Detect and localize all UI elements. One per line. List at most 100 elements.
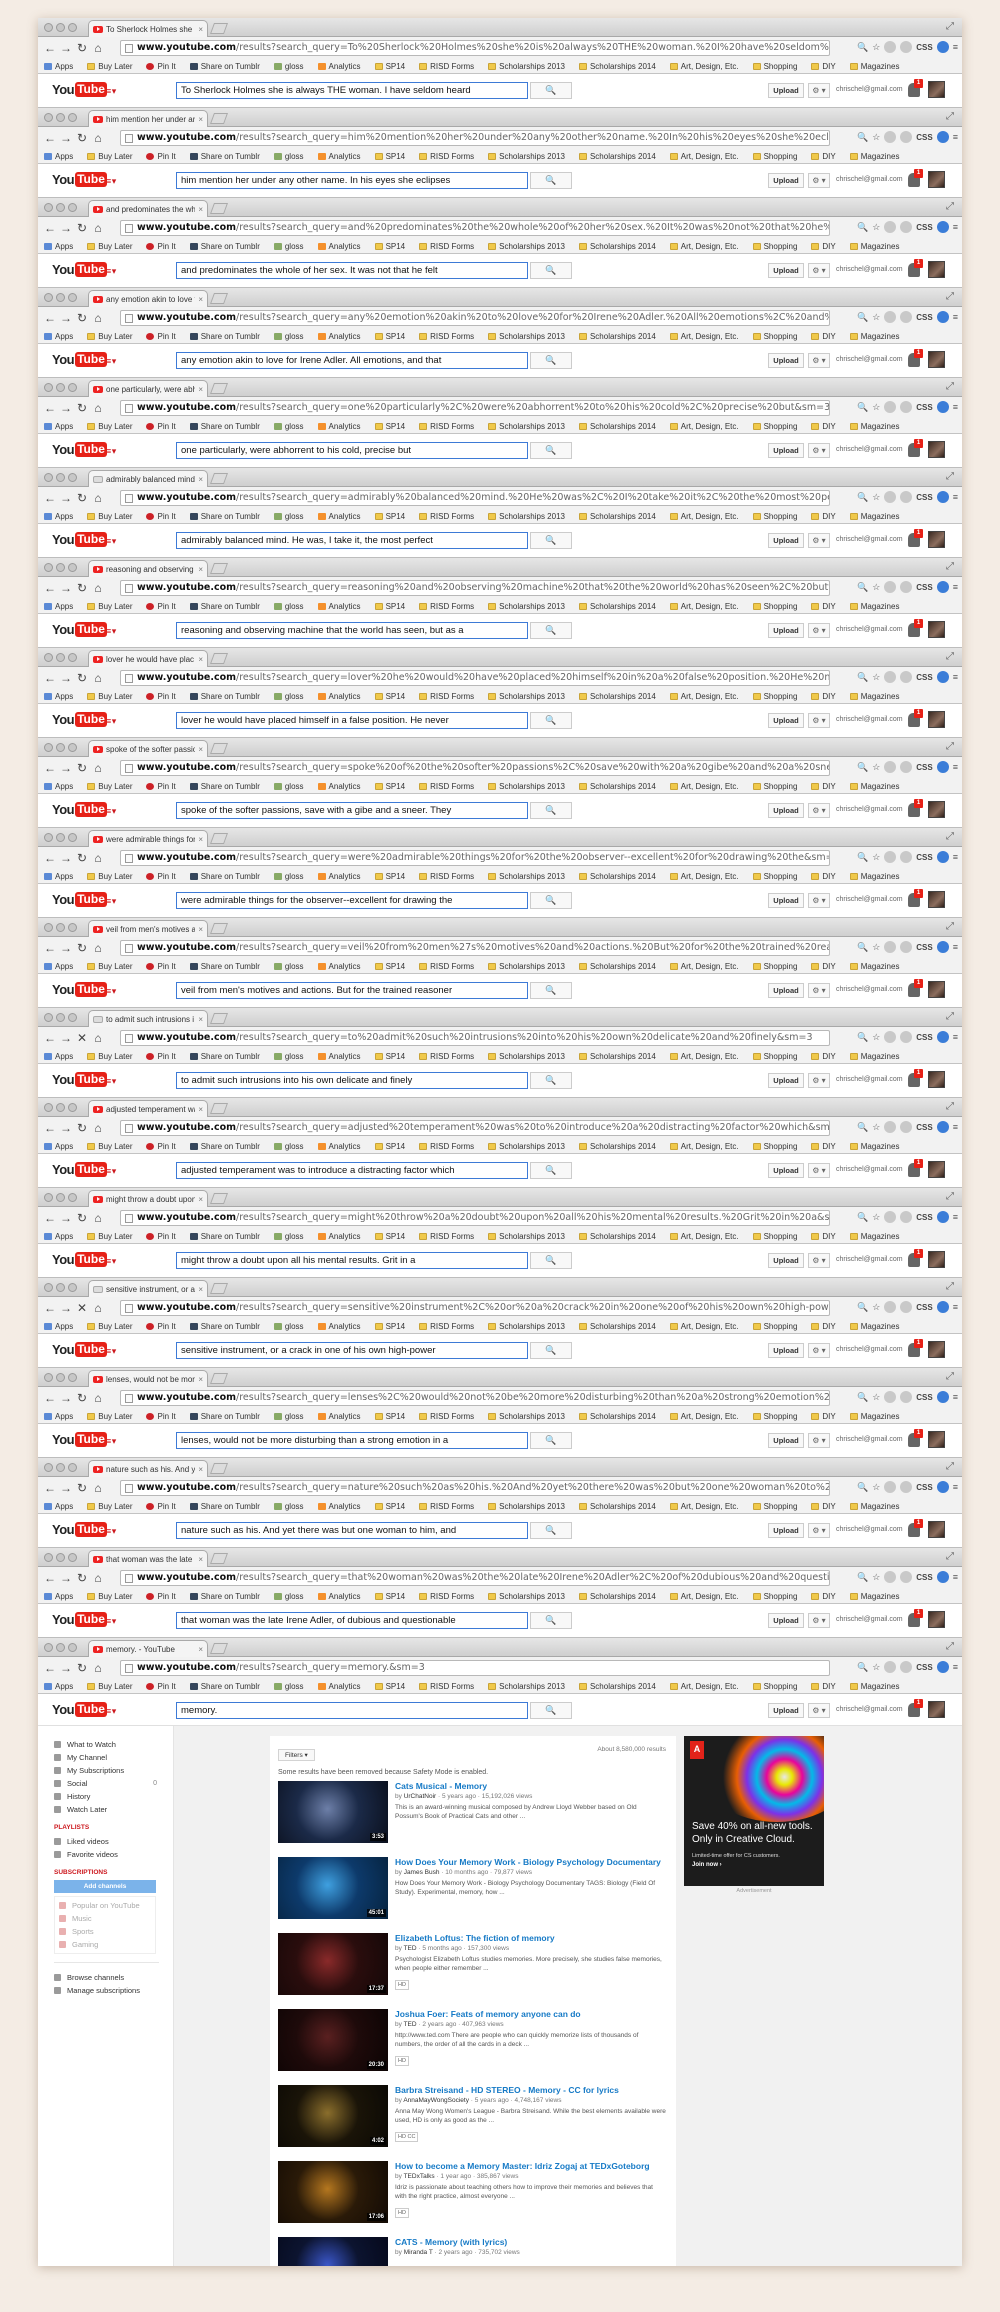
bookmark-item[interactable]: Share on Tumblr: [189, 1142, 260, 1151]
menu-icon[interactable]: ≡: [953, 1032, 958, 1042]
guide-menu-icon[interactable]: ≡ ▾: [106, 1706, 116, 1717]
bookmark-item[interactable]: gloss: [273, 1232, 304, 1241]
bookmark-star-icon[interactable]: ☆: [872, 1392, 880, 1403]
close-tab-icon[interactable]: ×: [198, 1375, 203, 1384]
bookmark-item[interactable]: RISD Forms: [419, 1232, 474, 1241]
bookmark-item[interactable]: Analytics: [317, 962, 361, 971]
channel-link[interactable]: UrChatNoir: [404, 1793, 437, 1800]
bookmark-item[interactable]: Art, Design, Etc.: [669, 1232, 739, 1241]
upload-button[interactable]: Upload: [768, 353, 804, 368]
search-button[interactable]: 🔍: [530, 262, 572, 279]
sidebar-item[interactable]: My Subscriptions: [38, 1764, 173, 1776]
fullscreen-icon[interactable]: ⤢: [946, 381, 954, 392]
account-email[interactable]: chrischel@gmail.com: [836, 1526, 903, 1533]
bookmark-item[interactable]: gloss: [273, 1592, 304, 1601]
forward-arrow-icon[interactable]: →: [58, 1121, 74, 1135]
extension-icon[interactable]: [884, 1481, 897, 1493]
extension-icon[interactable]: [884, 491, 897, 503]
window-controls[interactable]: [44, 833, 77, 842]
bookmark-item[interactable]: Scholarships 2014: [578, 332, 656, 341]
bookmark-item[interactable]: Scholarships 2014: [578, 872, 656, 881]
search-icon[interactable]: 🔍: [857, 852, 868, 863]
forward-arrow-icon[interactable]: →: [58, 761, 74, 775]
menu-icon[interactable]: ≡: [953, 402, 958, 412]
forward-arrow-icon[interactable]: →: [58, 1301, 74, 1315]
new-tab-button[interactable]: [209, 473, 229, 484]
bookmark-item[interactable]: Apps: [44, 1232, 73, 1241]
bookmark-item[interactable]: Pin It: [146, 1052, 176, 1061]
home-icon[interactable]: ⌂: [90, 1301, 106, 1315]
forward-arrow-icon[interactable]: →: [58, 1391, 74, 1405]
fullscreen-icon[interactable]: ⤢: [946, 1281, 954, 1292]
video-title-link[interactable]: Joshua Foer: Feats of memory anyone can …: [395, 2009, 666, 2020]
bookmark-item[interactable]: Share on Tumblr: [189, 1412, 260, 1421]
home-icon[interactable]: ⌂: [90, 401, 106, 415]
fullscreen-icon[interactable]: ⤢: [946, 1101, 954, 1112]
bookmark-item[interactable]: Art, Design, Etc.: [669, 422, 739, 431]
bookmark-item[interactable]: Analytics: [317, 152, 361, 161]
home-icon[interactable]: ⌂: [90, 1481, 106, 1495]
bookmark-item[interactable]: DIY: [811, 1142, 836, 1151]
youtube-logo[interactable]: You Tube: [52, 82, 107, 97]
bookmark-item[interactable]: gloss: [273, 962, 304, 971]
bookmark-item[interactable]: gloss: [273, 872, 304, 881]
bookmark-item[interactable]: Analytics: [317, 1052, 361, 1061]
css-extension-icon[interactable]: CSS: [916, 1483, 932, 1492]
guide-menu-icon[interactable]: ≡ ▾: [106, 536, 116, 547]
close-window-button[interactable]: [44, 1643, 53, 1652]
guide-menu-icon[interactable]: ≡ ▾: [106, 266, 116, 277]
new-tab-button[interactable]: [209, 1373, 229, 1384]
bookmark-item[interactable]: Buy Later: [87, 1502, 132, 1511]
bookmark-item[interactable]: Art, Design, Etc.: [669, 332, 739, 341]
youtube-logo[interactable]: You Tube: [52, 352, 107, 367]
close-window-button[interactable]: [44, 1283, 53, 1292]
minimize-window-button[interactable]: [56, 1103, 65, 1112]
bookmark-item[interactable]: gloss: [273, 1322, 304, 1331]
address-bar[interactable]: www.youtube.com/results?search_query=To%…: [120, 40, 830, 56]
bookmark-item[interactable]: Magazines: [849, 422, 899, 431]
home-icon[interactable]: ⌂: [90, 941, 106, 955]
extension-icon[interactable]: [936, 1121, 949, 1133]
upload-button[interactable]: Upload: [768, 623, 804, 638]
back-arrow-icon[interactable]: ←: [42, 41, 58, 55]
account-email[interactable]: chrischel@gmail.com: [836, 1166, 903, 1173]
bookmark-item[interactable]: Scholarships 2014: [578, 1322, 656, 1331]
bookmark-item[interactable]: Apps: [44, 1412, 73, 1421]
search-button[interactable]: 🔍: [530, 1522, 572, 1539]
fullscreen-icon[interactable]: ⤢: [946, 1011, 954, 1022]
bookmark-item[interactable]: gloss: [273, 512, 304, 521]
bookmark-item[interactable]: Magazines: [849, 872, 899, 881]
bookmark-item[interactable]: SP14: [374, 512, 405, 521]
extension-icon[interactable]: [900, 1121, 913, 1133]
sidebar-item[interactable]: History: [38, 1790, 173, 1802]
video-thumbnail[interactable]: 4:02: [278, 2085, 388, 2147]
bookmark-item[interactable]: Scholarships 2013: [488, 1142, 565, 1151]
close-window-button[interactable]: [44, 1373, 53, 1382]
notification-count-badge[interactable]: 1: [914, 349, 923, 358]
bookmark-item[interactable]: Share on Tumblr: [189, 512, 260, 521]
advertisement-banner[interactable]: A Save 40% on all-new tools. Only in Crea…: [684, 1736, 824, 1886]
bookmark-item[interactable]: Share on Tumblr: [189, 1502, 260, 1511]
bookmark-item[interactable]: Shopping: [752, 602, 797, 611]
stop-icon[interactable]: ✕: [74, 1301, 90, 1315]
notification-count-badge[interactable]: 1: [914, 1069, 923, 1078]
search-button[interactable]: 🔍: [530, 352, 572, 369]
search-button[interactable]: 🔍: [530, 1342, 572, 1359]
search-button[interactable]: 🔍: [530, 892, 572, 909]
bookmark-star-icon[interactable]: ☆: [872, 1302, 880, 1313]
extension-icon[interactable]: [884, 1661, 897, 1673]
bookmark-item[interactable]: gloss: [273, 1142, 304, 1151]
address-bar[interactable]: www.youtube.com/results?search_query=spo…: [120, 760, 830, 776]
css-extension-icon[interactable]: CSS: [916, 1033, 932, 1042]
home-icon[interactable]: ⌂: [90, 491, 106, 505]
bookmark-item[interactable]: RISD Forms: [419, 872, 474, 881]
search-input[interactable]: nature such as his. And yet there was bu…: [176, 1522, 528, 1539]
extension-icon[interactable]: [900, 581, 913, 593]
upload-button[interactable]: Upload: [768, 1703, 804, 1718]
bookmark-item[interactable]: RISD Forms: [419, 62, 474, 71]
avatar[interactable]: [928, 81, 945, 98]
channel-link[interactable]: TED: [404, 2021, 417, 2028]
forward-arrow-icon[interactable]: →: [58, 671, 74, 685]
avatar[interactable]: [928, 981, 945, 998]
css-extension-icon[interactable]: CSS: [916, 673, 932, 682]
